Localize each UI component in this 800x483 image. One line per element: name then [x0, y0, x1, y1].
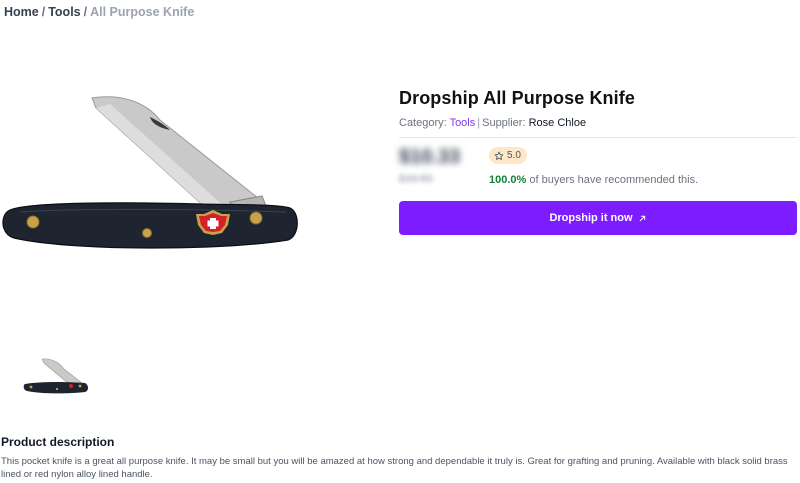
breadcrumb-tools-link[interactable]: Tools — [48, 5, 80, 19]
price-block: $10.33 $16.83 — [399, 146, 489, 185]
breadcrumb-separator: / — [83, 5, 88, 19]
recommend-label: of buyers have recommended this. — [529, 174, 699, 186]
dropship-button-label: Dropship it now — [549, 212, 633, 224]
breadcrumb: Home / Tools / All Purpose Knife — [4, 5, 194, 19]
meta-divider: | — [477, 117, 481, 129]
rating-badge: 5.0 — [489, 147, 527, 164]
arrow-up-right-icon — [639, 215, 645, 221]
divider-line — [399, 137, 797, 138]
product-title: Dropship All Purpose Knife — [399, 88, 635, 108]
description-text: This pocket knife is a great all purpose… — [1, 456, 788, 480]
breadcrumb-separator: / — [41, 5, 46, 19]
supplier-label: Supplier: — [482, 117, 526, 129]
star-outline-icon — [494, 151, 504, 160]
rating-value: 5.0 — [507, 150, 521, 161]
product-meta: Category: Tools | Supplier: Rose Chloe — [399, 117, 797, 129]
dropship-it-now-button[interactable]: Dropship it now — [399, 201, 797, 235]
product-thumbnail[interactable] — [22, 355, 90, 397]
category-label: Category: — [399, 117, 447, 129]
product-price: $10.33 — [399, 146, 461, 168]
recommendation-text: 100.0% of buyers have recommended this. — [489, 174, 698, 186]
supplier-name: Rose Chloe — [528, 117, 587, 129]
recommend-percent: 100.0% — [489, 174, 527, 186]
product-main-image[interactable] — [0, 90, 300, 260]
product-info: Dropship All Purpose Knife Category: Too… — [399, 88, 797, 129]
product-old-price: $16.83 — [399, 173, 433, 185]
category-link[interactable]: Tools — [450, 117, 476, 129]
description-heading: Product description — [1, 435, 115, 449]
breadcrumb-home-link[interactable]: Home — [4, 5, 39, 19]
breadcrumb-current: All Purpose Knife — [90, 5, 195, 19]
